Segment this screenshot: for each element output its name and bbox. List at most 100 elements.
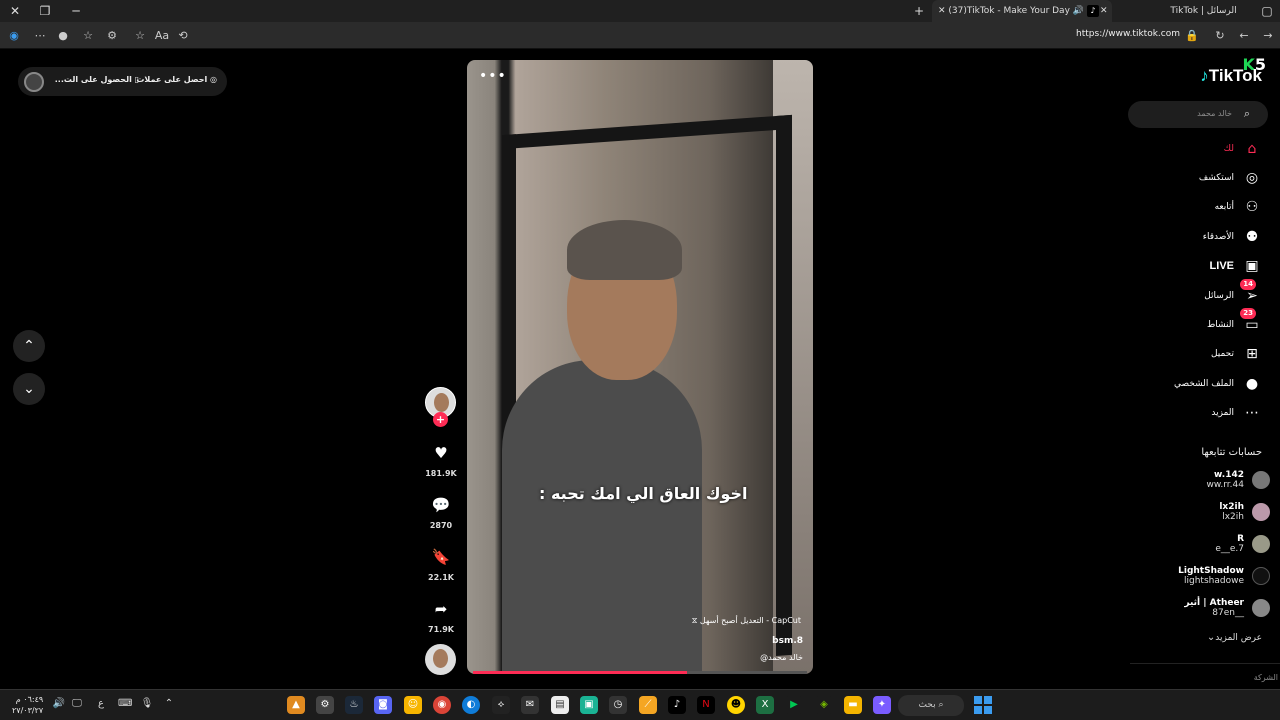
copilot-icon[interactable]: ◉	[6, 28, 22, 44]
app-timer-icon[interactable]: ◷	[609, 696, 627, 714]
sidebar-item-upload[interactable]: ⊞ تحميل	[1132, 344, 1262, 364]
app-orange-icon[interactable]: ⟋	[639, 696, 657, 714]
video-player[interactable]: ••• اخوك العاق الي امك تحبه : CapCut - ا…	[467, 60, 813, 674]
favorites-icon[interactable]: ☆	[80, 28, 96, 44]
following-account-item[interactable]: lx2ih lx2ih	[1140, 499, 1270, 525]
excel-app-icon[interactable]: X	[756, 696, 774, 714]
sidebar-item-following[interactable]: ⚇ أتابعه	[1132, 197, 1262, 217]
following-account-item[interactable]: أثير | Atheer 87en__	[1140, 595, 1270, 621]
capcut-app-icon[interactable]: ⟡	[492, 696, 510, 714]
vlc-app-icon[interactable]: ▲	[287, 696, 305, 714]
following-username: e__e.7	[1215, 544, 1244, 554]
get-coins-button[interactable]: ◎ احصل على عملات	[136, 75, 217, 84]
copilot-app-icon[interactable]: ✦	[873, 696, 891, 714]
like-button[interactable]: ♥ 181.9K	[422, 439, 460, 478]
following-account-item[interactable]: w.142 ww.rr.44	[1140, 467, 1270, 493]
profile-avatar-icon[interactable]: ●	[55, 28, 71, 44]
settings-app-icon[interactable]: ⚙	[316, 696, 334, 714]
live-icon: ▣	[1245, 258, 1259, 274]
music-avatar[interactable]	[425, 644, 456, 675]
previous-video-button[interactable]: ⌃	[13, 330, 45, 362]
discord-app-icon[interactable]: ◙	[374, 696, 392, 714]
app-teal-icon[interactable]: ▣	[580, 696, 598, 714]
sidebar-item-messages[interactable]: ➢ 14 الرسائل	[1132, 279, 1262, 306]
capcut-tag[interactable]: CapCut - التعديل أصبح أسهل ⧖	[692, 616, 801, 626]
comment-button[interactable]: 💬 2870	[422, 491, 460, 530]
tab-tiktok-messages[interactable]: ✕ TikTok | الرسائل	[1094, 0, 1254, 22]
sidebar-item-explore[interactable]: ◎ استكشف	[1132, 168, 1262, 188]
volume-icon[interactable]: 🔊	[52, 698, 66, 709]
speaker-icon[interactable]: 🔊	[1073, 6, 1084, 16]
next-video-button[interactable]: ⌄	[13, 373, 45, 405]
lock-icon[interactable]: 🔒	[1184, 28, 1200, 44]
tray-chevron-up-icon[interactable]: ⌃	[162, 698, 176, 709]
following-account-item[interactable]: Re__e.7	[1140, 531, 1270, 557]
more-icon: ⋯	[1245, 405, 1259, 421]
steam-app-icon[interactable]: ♨	[345, 696, 363, 714]
nvidia-app-icon[interactable]: ◈	[815, 696, 833, 714]
share-button[interactable]: ➦ 71.9K	[422, 595, 460, 634]
video-author-handle[interactable]: @خالد محمد	[760, 653, 803, 662]
activity-badge: 23	[1240, 308, 1256, 319]
save-button[interactable]: 🔖 22.1K	[422, 543, 460, 582]
read-aloud-icon[interactable]: ⟲	[175, 28, 191, 44]
search-icon[interactable]: ⌕	[1240, 107, 1254, 121]
star-icon[interactable]: ☆	[132, 28, 148, 44]
windows-start-icon[interactable]	[974, 696, 992, 714]
logo-text: TikTok	[1208, 66, 1262, 85]
reader-icon[interactable]: Aa	[154, 28, 170, 44]
file-explorer-icon[interactable]: ▬	[844, 696, 862, 714]
app-smile-icon[interactable]: ☻	[727, 696, 745, 714]
sidebar-item-label: LIVE	[1209, 260, 1234, 272]
sidebar-item-live[interactable]: ▣ LIVE	[1132, 256, 1262, 276]
tab-close-icon[interactable]: ✕	[1100, 6, 1108, 16]
sidebar-item-for-you[interactable]: ⌂ لك	[1132, 139, 1262, 159]
minimize-window-icon[interactable]: ─	[67, 3, 85, 19]
network-icon[interactable]: 🖵	[70, 698, 84, 709]
taskbar-search[interactable]: ⌕ بحث	[898, 695, 964, 716]
sidebar-item-more[interactable]: ⋯ المزيد	[1132, 403, 1262, 423]
sidebar: K5 TikTok♪ ⌕ خالد محمد ⌂ لك ◎ استكشف ⚇ أ…	[1128, 49, 1280, 689]
mail-app-icon[interactable]: ✉	[521, 696, 539, 714]
tab-tiktok-active[interactable]: ✕ (37)TikTok - Make Your Day 🔊 ♪	[932, 0, 1112, 22]
sidebar-item-friends[interactable]: ⚉ الأصدقاء	[1132, 227, 1262, 247]
see-more-button[interactable]: عرض المزيد ⌄	[1142, 632, 1262, 643]
restore-window-icon[interactable]: ❐	[36, 3, 54, 19]
netflix-app-icon[interactable]: N	[697, 696, 715, 714]
sidebar-item-profile[interactable]: ● الملف الشخصي	[1132, 374, 1262, 394]
following-avatar	[1252, 471, 1270, 489]
taskbar-clock[interactable]: ٠٦:٤٩ م ٢٧/٠٣/٢٧	[12, 694, 43, 716]
tiktok-app-icon[interactable]: ♪	[668, 696, 686, 714]
app-yellow-icon[interactable]: ☺	[404, 696, 422, 714]
close-window-icon[interactable]: ✕	[6, 3, 24, 19]
play-app-icon[interactable]: ▶	[785, 696, 803, 714]
refresh-icon[interactable]: ↻	[1212, 28, 1228, 44]
comment-icon: 💬	[431, 496, 451, 514]
sidebar-item-activity[interactable]: ▭ 23 النشاط	[1132, 308, 1262, 335]
search-input[interactable]: ⌕ خالد محمد	[1128, 101, 1268, 128]
back-icon[interactable]: ←	[1236, 28, 1252, 44]
get-app-button[interactable]: ▯ الحصول على الت...	[55, 75, 139, 84]
url-text[interactable]: https://www.tiktok.com	[1076, 29, 1180, 39]
tab-close-icon[interactable]: ✕	[938, 6, 946, 16]
microphone-icon[interactable]: 🎙	[140, 698, 154, 709]
user-avatar[interactable]	[24, 72, 44, 92]
following-account-item[interactable]: LightShadow lightshadowe	[1140, 563, 1270, 589]
tiktok-logo[interactable]: TikTok♪	[1197, 66, 1262, 86]
video-username[interactable]: bsm.8	[772, 636, 803, 646]
new-tab-icon[interactable]: +	[910, 3, 928, 19]
menu-dots-icon[interactable]: ⋯	[32, 28, 48, 44]
document-app-icon[interactable]: ▤	[551, 696, 569, 714]
video-more-icon[interactable]: •••	[479, 68, 507, 84]
extensions-icon[interactable]: ⚙	[104, 28, 120, 44]
forward-icon[interactable]: →	[1260, 28, 1276, 44]
company-link[interactable]: الشركة	[1254, 673, 1278, 682]
sidebar-item-label: المزيد	[1211, 408, 1234, 418]
keyboard-icon[interactable]: ⌨	[118, 698, 132, 709]
tab-actions-icon[interactable]: ▢	[1258, 3, 1276, 19]
video-progress-bar[interactable]	[473, 671, 807, 674]
language-indicator[interactable]: ع	[94, 698, 108, 709]
chrome-app-icon[interactable]: ◉	[433, 696, 451, 714]
follow-plus-icon[interactable]: +	[433, 412, 448, 427]
edge-app-icon[interactable]: ◐	[462, 696, 480, 714]
